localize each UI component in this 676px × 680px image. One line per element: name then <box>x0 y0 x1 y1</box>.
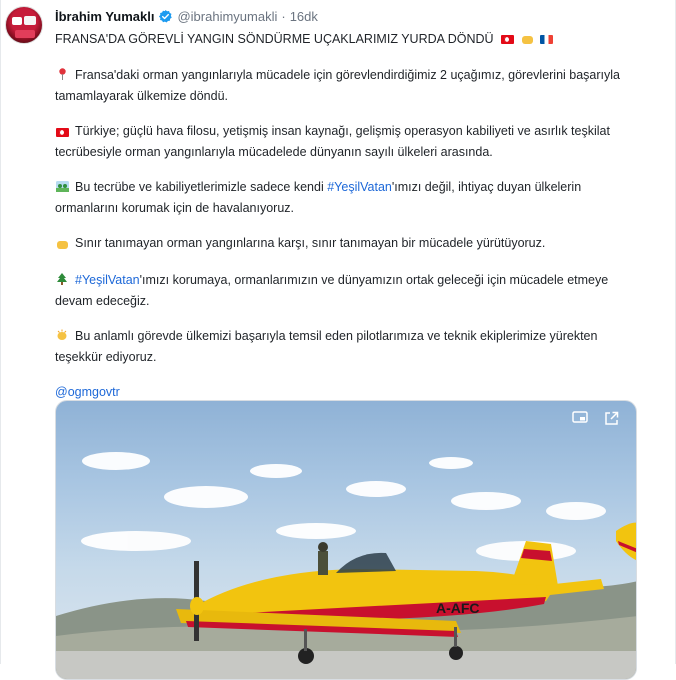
paragraph: Türkiye; güçlü hava filosu, yetişmiş ins… <box>55 122 640 162</box>
paragraph-text: Türkiye; güçlü hava filosu, yetişmiş ins… <box>55 124 610 159</box>
aircraft-registration: A-AFC <box>436 600 480 616</box>
france-flag-icon <box>540 35 554 44</box>
clapping-hands-icon <box>55 329 69 348</box>
paragraph-text: Bu anlamlı görevde ülkemizi başarıyla te… <box>55 329 598 364</box>
avatar-detail <box>15 30 35 38</box>
tweet-header: İbrahim Yumaklı @ibrahimyumakli · 16dk <box>55 8 318 24</box>
paragraph: Bu anlamlı görevde ülkemizi başarıyla te… <box>55 327 640 367</box>
tweet-title: FRANSA'DA GÖREVLİ YANGIN SÖNDÜRME UÇAKLA… <box>55 30 640 49</box>
picture-in-picture-icon[interactable] <box>572 411 592 431</box>
tweet-text: FRANSA'DA GÖREVLİ YANGIN SÖNDÜRME UÇAKLA… <box>55 30 640 418</box>
paragraph-text: Fransa'daki orman yangınlarıyla mücadele… <box>55 68 621 103</box>
turkey-flag-icon <box>501 35 515 44</box>
avatar-detail <box>12 17 22 25</box>
park-icon <box>55 180 69 199</box>
turkey-flag-icon <box>55 124 69 143</box>
mention-link[interactable]: @ogmgovtr <box>55 385 120 399</box>
avatar-detail <box>24 16 36 25</box>
author-name[interactable]: İbrahim Yumaklı <box>55 9 154 24</box>
tree-icon <box>55 273 69 292</box>
paragraph: Bu tecrübe ve kabiliyetlerimizle sadece … <box>55 178 640 218</box>
aircraft-photo: A-AFC <box>56 452 636 679</box>
avatar[interactable] <box>5 6 43 44</box>
tweet-media-image[interactable]: A-AFC <box>55 400 637 680</box>
paragraph-text: Bu tecrübe ve kabiliyetlerimizle sadece … <box>75 180 328 194</box>
tweet-card: İbrahim Yumaklı @ibrahimyumakli · 16dk F… <box>0 0 676 680</box>
handshake-icon <box>55 236 69 255</box>
paragraph: Fransa'daki orman yangınlarıyla mücadele… <box>55 66 640 106</box>
paragraph-text: Sınır tanımayan orman yangınlarına karşı… <box>75 236 546 250</box>
author-handle[interactable]: @ibrahimyumakli <box>177 9 277 24</box>
paragraph: #YeşilVatan'ımızı korumaya, ormanlarımız… <box>55 271 640 311</box>
hashtag-link[interactable]: #YeşilVatan <box>327 180 392 194</box>
separator-dot: · <box>281 8 286 24</box>
paragraph: Sınır tanımayan orman yangınlarına karşı… <box>55 234 640 255</box>
pin-icon <box>55 68 69 87</box>
open-external-icon[interactable] <box>604 411 624 431</box>
handshake-icon <box>521 36 533 44</box>
hashtag-link[interactable]: #YeşilVatan <box>75 273 140 287</box>
title-text: FRANSA'DA GÖREVLİ YANGIN SÖNDÜRME UÇAKLA… <box>55 32 494 46</box>
tweet-timestamp[interactable]: 16dk <box>290 9 318 24</box>
verified-badge-icon <box>158 9 173 24</box>
